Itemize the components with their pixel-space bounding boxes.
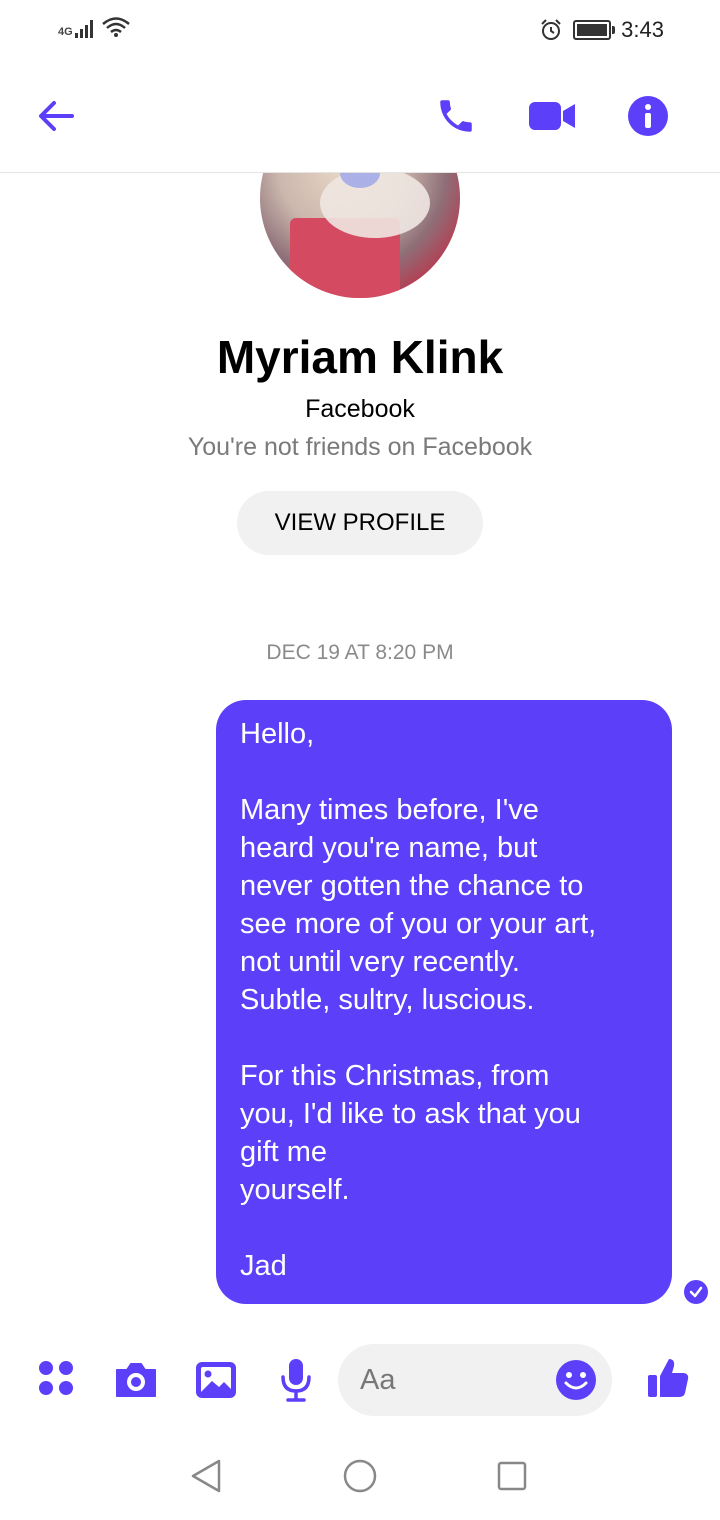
wifi-icon [101, 17, 130, 37]
conversation-header [0, 62, 720, 173]
video-call-button[interactable] [526, 92, 578, 140]
back-arrow-icon [39, 101, 74, 131]
status-bar: 4G 3:43 [0, 0, 720, 62]
gallery-icon [196, 1362, 236, 1398]
sent-message-bubble[interactable]: Hello, Many times before, I've heard you… [216, 700, 672, 1304]
battery-icon [573, 20, 616, 40]
message-composer: Aa [0, 1340, 720, 1420]
microphone-icon [281, 1359, 311, 1402]
profile-name: Myriam Klink [216, 331, 504, 383]
message-timestamp: DEC 19 AT 8:20 PM [266, 641, 454, 664]
message-line: yourself. [240, 1174, 350, 1206]
conversation-info-button[interactable] [626, 94, 670, 138]
video-camera-icon [529, 102, 575, 130]
view-profile-button[interactable]: VIEW PROFILE [237, 491, 483, 555]
status-right: 3:43 [539, 17, 664, 43]
system-recents-button[interactable] [492, 1456, 532, 1496]
alarm-icon [541, 19, 561, 40]
status-left: 4G [58, 16, 131, 38]
friendship-status: You're not friends on Facebook [187, 433, 533, 461]
apps-grid-icon [39, 1361, 73, 1395]
message-line: never gotten the chance to [240, 870, 584, 902]
phone-icon [440, 100, 472, 132]
message-line: you, I'd like to ask that you [240, 1098, 581, 1130]
message-line: not until very recently. [240, 946, 520, 978]
seen-check-icon [684, 1280, 708, 1304]
message-line: gift me [240, 1136, 328, 1168]
message-line: see more of you or your art, [240, 908, 597, 940]
clock: 3:43 [621, 17, 664, 42]
camera-button[interactable] [112, 1358, 160, 1402]
message-line: For this Christmas, from [240, 1060, 550, 1092]
thumbs-up-icon [648, 1359, 689, 1397]
info-icon [628, 96, 668, 136]
message-line: Subtle, sultry, luscious. [240, 984, 535, 1016]
emoji-icon [556, 1360, 596, 1400]
emoji-button[interactable] [554, 1358, 598, 1402]
network-type: 4G [58, 26, 73, 38]
camera-icon [116, 1363, 156, 1397]
system-back-button[interactable] [186, 1456, 226, 1496]
message-line: Hello, [240, 718, 315, 750]
gallery-button[interactable] [192, 1358, 240, 1402]
back-button[interactable] [34, 94, 78, 138]
message-input[interactable]: Aa [338, 1344, 612, 1416]
nav-recents-icon [497, 1461, 527, 1491]
message-line: Jad [240, 1250, 287, 1282]
system-home-button[interactable] [340, 1456, 380, 1496]
message-line: Many times before, I've [240, 794, 539, 826]
voice-message-button[interactable] [276, 1356, 316, 1404]
like-button[interactable] [644, 1354, 692, 1402]
message-line: heard you're name, but [240, 832, 538, 864]
voice-call-button[interactable] [432, 92, 480, 140]
nav-home-icon [343, 1459, 377, 1493]
nav-back-icon [191, 1459, 221, 1493]
more-actions-button[interactable] [36, 1358, 76, 1398]
message-input-placeholder: Aa [360, 1364, 396, 1396]
signal-icon [74, 18, 93, 38]
system-navigation-bar [0, 1440, 720, 1520]
profile-source: Facebook [305, 395, 415, 423]
